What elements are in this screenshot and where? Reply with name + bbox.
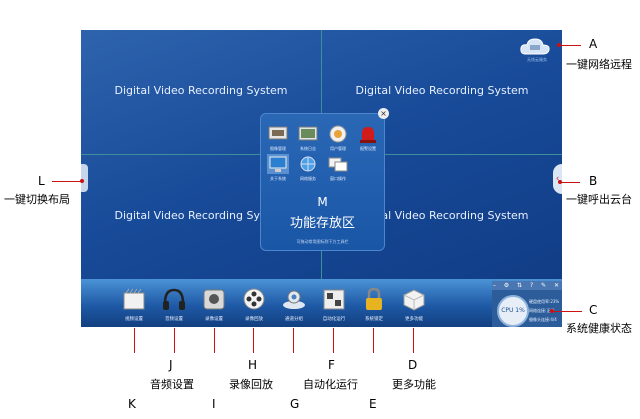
panel-item-label: 图像管理 (270, 146, 286, 151)
annotation-f-text: 自动化运行 (303, 378, 358, 391)
function-panel: × 图像管理 系统日志 用户管理 报警设置 关于系统 网络服务 窗口操作 M 功… (260, 108, 389, 251)
callout-dot-a (557, 43, 561, 47)
annotation-d-text: 更多功能 (392, 378, 436, 391)
annotation-h-text: 录像回放 (229, 378, 273, 391)
cloud-label: 无线云服务 (527, 57, 547, 62)
annotation-d-letter: D (408, 358, 418, 372)
camera-group-icon[interactable] (281, 287, 307, 311)
about-system-icon[interactable] (267, 154, 289, 174)
health-line: 硬盘使用率:23% (529, 299, 560, 304)
cloud-remote-icon[interactable] (519, 36, 551, 56)
callout-line-k (134, 328, 135, 353)
panel-item-label: 报警设置 (360, 146, 376, 151)
toolbar-label: 音频设置 (165, 317, 183, 322)
callout-dot-c (550, 309, 554, 313)
toolbar-label: 自动化运行 (322, 317, 346, 322)
callout-dot-l (80, 179, 84, 183)
film-reel-icon[interactable] (241, 287, 267, 311)
headphones-icon[interactable] (161, 287, 187, 311)
toolbar-label: 通道分组 (285, 317, 303, 322)
annotation-i-letter: I (212, 397, 216, 411)
alarm-icon[interactable] (357, 124, 379, 144)
callout-line-j (174, 328, 175, 353)
annotation-l-letter: L (38, 174, 45, 188)
callout-line-e (373, 328, 374, 353)
user-manage-icon[interactable] (327, 124, 349, 144)
dvr-screen: Digital Video Recording System Digital V… (81, 30, 562, 327)
annotation-l-text: 一键切换布局 (4, 193, 70, 206)
callout-line-d (413, 328, 414, 353)
annotation-a-text: 一键网络远程 (566, 58, 632, 71)
callout-line-g (293, 328, 294, 353)
system-log-icon[interactable] (297, 124, 319, 144)
ptz-tab[interactable]: ‹ (553, 164, 562, 194)
video-settings-icon[interactable] (121, 287, 147, 311)
panel-item-label: 网络服务 (300, 176, 316, 181)
callout-line-h (253, 328, 254, 353)
annotation-h-letter: H (248, 358, 258, 372)
system-health-panel: – ⚙ ⇅ ? ✎ ✕ CPU 1% 硬盘使用率:23% 网络连接:正常 摄像头… (492, 281, 562, 327)
pane-title: Digital Video Recording System (114, 84, 288, 97)
annotation-c-text: 系统健康状态 (566, 322, 632, 335)
layout-switch-tab[interactable] (81, 164, 88, 192)
callout-line-i (214, 328, 215, 353)
panel-item-label: 系统日志 (300, 146, 316, 151)
annotation-b-text: 一键呼出云台 (566, 193, 632, 206)
callout-dot-b (558, 180, 562, 184)
automation-icon[interactable] (321, 287, 347, 311)
annotation-a-letter: A (589, 37, 598, 51)
panel-item-label: 关于系统 (270, 176, 286, 181)
annotation-g-letter: G (290, 397, 300, 411)
function-area-title: 功能存放区 (289, 216, 355, 231)
record-settings-icon[interactable] (201, 287, 227, 311)
callout-line-l (52, 181, 82, 182)
network-service-icon[interactable] (297, 154, 319, 174)
toolbar-label: 系统锁定 (365, 317, 383, 322)
toolbar-label: 更多功能 (405, 317, 423, 322)
callout-line-b (560, 182, 580, 183)
toolbar-label: 录像回放 (245, 317, 263, 322)
annotation-c-letter: C (589, 303, 598, 317)
lock-icon[interactable] (361, 287, 387, 311)
more-functions-icon[interactable] (401, 287, 427, 311)
callout-line-f (333, 328, 334, 353)
annotation-e-letter: E (369, 397, 377, 411)
annotation-j-letter: J (169, 358, 173, 372)
panel-hint: 可拖动常用图标到下方工具栏 (296, 239, 349, 244)
annotation-m-letter: M (317, 195, 328, 209)
annotation-f-letter: F (328, 358, 335, 372)
cpu-gauge: CPU 1% (497, 295, 529, 327)
toolbar-label: 录像设置 (205, 317, 223, 322)
pane-title: Digital Video Recording System (355, 84, 529, 97)
annotation-j-text: 音频设置 (150, 378, 194, 391)
callout-line-c (552, 311, 582, 312)
annotation-b-letter: B (589, 174, 598, 188)
image-manage-icon[interactable] (267, 124, 289, 144)
close-icon[interactable]: × (378, 108, 389, 119)
panel-item-label: 窗口操作 (330, 176, 346, 181)
bottom-toolbar: 视频设置 音频设置 录像设置 录像回放 通道分组 自动化运行 系统锁定 更多功能 (81, 279, 562, 327)
health-line: 摄像头连接:4/4 (529, 317, 557, 322)
toolbar-label: 视频设置 (125, 317, 143, 322)
window-operate-icon[interactable] (327, 154, 349, 174)
annotation-k-letter: K (128, 397, 136, 411)
callout-line-a (559, 45, 581, 46)
panel-item-label: 用户管理 (330, 146, 346, 151)
health-toolbar[interactable]: – ⚙ ⇅ ? ✎ ✕ (492, 281, 562, 290)
